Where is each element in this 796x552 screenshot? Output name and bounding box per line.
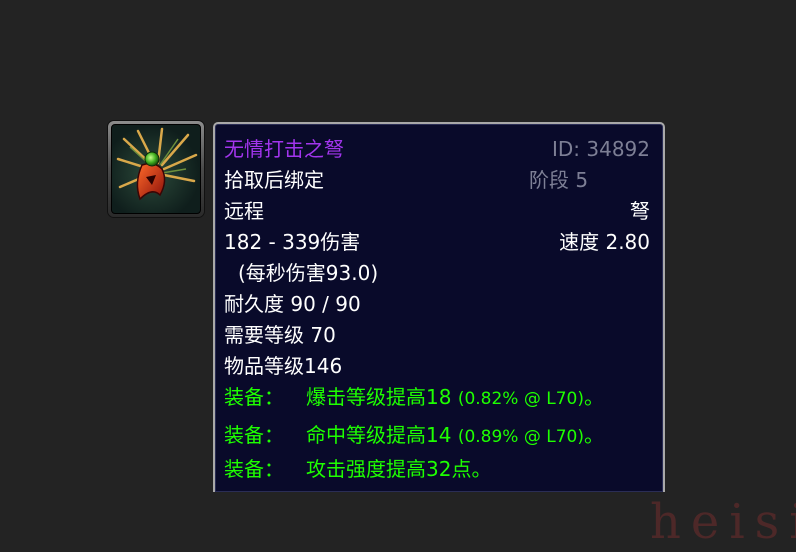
watermark: heisi [650, 494, 796, 550]
damage-row: 182 - 339伤害 速度 2.80 [224, 227, 650, 258]
equip-label: 装备： [224, 457, 284, 481]
equip-label: 装备： [224, 385, 284, 409]
equip-end: 。 [471, 457, 492, 481]
equip-end: 。 [584, 423, 604, 447]
item-level-text: 物品等级146 [224, 354, 343, 378]
dps-text: (每秒伤害93.0) [238, 261, 379, 285]
damage-text: 182 - 339伤害 [224, 230, 361, 254]
item-level-row: 物品等级146 [224, 351, 650, 382]
crossbow-icon [116, 127, 198, 201]
equip-end: 。 [584, 385, 604, 409]
equip-text: 命中等级提高14 [306, 423, 452, 447]
required-level-text: 需要等级 70 [224, 323, 336, 347]
durability-text: 耐久度 90 / 90 [224, 292, 361, 316]
equip-label: 装备： [224, 423, 284, 447]
equip-detail: (0.82% @ L70) [457, 389, 584, 409]
weapon-type: 弩 [630, 199, 650, 223]
item-id: ID: 34892 [551, 137, 650, 161]
equip-bonus-2: 装备： 命中等级提高14 (0.89% @ L70)。 [224, 420, 650, 451]
slot-text: 远程 [224, 199, 264, 223]
item-name: 无情打击之弩 [224, 137, 344, 161]
equip-bonus-1: 装备： 爆击等级提高18 (0.82% @ L70)。 [224, 382, 650, 413]
equip-detail: (0.89% @ L70) [457, 427, 584, 447]
required-level-row: 需要等级 70 [224, 320, 650, 351]
durability-row: 耐久度 90 / 90 [224, 289, 650, 320]
binding-row: 拾取后绑定 阶段 5 [224, 165, 650, 196]
dps-row: (每秒伤害93.0) [224, 258, 650, 289]
equip-bonus-3: 装备： 攻击强度提高32点。 [224, 454, 650, 485]
slot-row: 远程 弩 [224, 196, 650, 227]
tier-text: 阶段 5 [529, 168, 589, 192]
equip-text: 爆击等级提高18 [306, 385, 452, 409]
item-tooltip: 无情打击之弩 ID: 34892 拾取后绑定 阶段 5 远程 弩 182 - 3… [213, 122, 665, 492]
binding-text: 拾取后绑定 [224, 168, 324, 192]
speed-text: 速度 2.80 [559, 230, 650, 254]
tooltip-header-row: 无情打击之弩 ID: 34892 [224, 134, 650, 165]
equip-text: 攻击强度提高32点 [306, 457, 472, 481]
item-icon-frame[interactable] [108, 121, 204, 217]
